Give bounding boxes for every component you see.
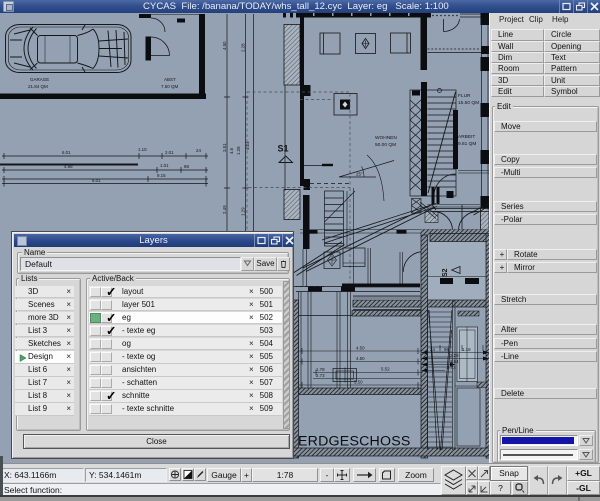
svg-text:8.01: 8.01	[92, 178, 101, 183]
svg-text:4.24: 4.24	[245, 141, 250, 150]
svg-text:ARBEIT: ARBEIT	[458, 134, 475, 140]
svg-text:6.01: 6.01	[62, 150, 71, 155]
svg-text:2.01: 2.01	[165, 150, 174, 155]
svg-text:S1: S1	[278, 144, 289, 154]
svg-text:ERDGESCHOSS: ERDGESCHOSS	[298, 434, 411, 450]
svg-text:2.73: 2.73	[316, 373, 325, 378]
svg-text:WOHNEN: WOHNEN	[375, 135, 397, 141]
svg-text:96: 96	[444, 347, 449, 352]
svg-text:4.50: 4.50	[356, 346, 365, 351]
svg-text:9.15: 9.15	[157, 173, 166, 178]
svg-text:S2: S2	[442, 268, 449, 277]
svg-text:ABST: ABST	[164, 77, 176, 82]
svg-text:24: 24	[196, 148, 201, 153]
svg-text:4.50: 4.50	[356, 356, 365, 361]
svg-text:3.51: 3.51	[222, 143, 227, 152]
svg-text:1.28: 1.28	[236, 146, 241, 155]
svg-text:GARAGE: GARAGE	[30, 77, 49, 82]
svg-text:4.50: 4.50	[222, 41, 227, 50]
svg-text:2.28: 2.28	[450, 353, 459, 358]
svg-text:2.73: 2.73	[447, 365, 456, 370]
svg-text:5.50: 5.50	[354, 380, 363, 385]
svg-text:1.29: 1.29	[241, 207, 246, 216]
svg-text:9.61 QM: 9.61 QM	[458, 141, 476, 147]
svg-text:50.00 QM: 50.00 QM	[375, 142, 396, 148]
svg-text:2.49: 2.49	[222, 205, 227, 214]
svg-text:1.01: 1.01	[160, 163, 169, 168]
svg-text:21.84 QM: 21.84 QM	[28, 84, 48, 89]
svg-text:1.64: 1.64	[450, 359, 459, 364]
svg-text:1.10: 1.10	[138, 147, 147, 152]
svg-text:4.88: 4.88	[64, 164, 73, 169]
svg-text:25°: 25°	[356, 172, 363, 177]
svg-text:FLUR: FLUR	[458, 93, 471, 99]
svg-text:1.78: 1.78	[316, 367, 325, 372]
svg-text:4.6: 4.6	[229, 147, 234, 154]
svg-text:15.50 QM: 15.50 QM	[458, 100, 479, 106]
svg-text:7.50 QM: 7.50 QM	[161, 84, 179, 89]
svg-text:1.18: 1.18	[462, 347, 471, 352]
svg-text:88: 88	[184, 164, 189, 169]
svg-text:5.52: 5.52	[381, 367, 390, 372]
svg-text:2.28: 2.28	[241, 43, 246, 52]
svg-text:24: 24	[430, 347, 435, 352]
